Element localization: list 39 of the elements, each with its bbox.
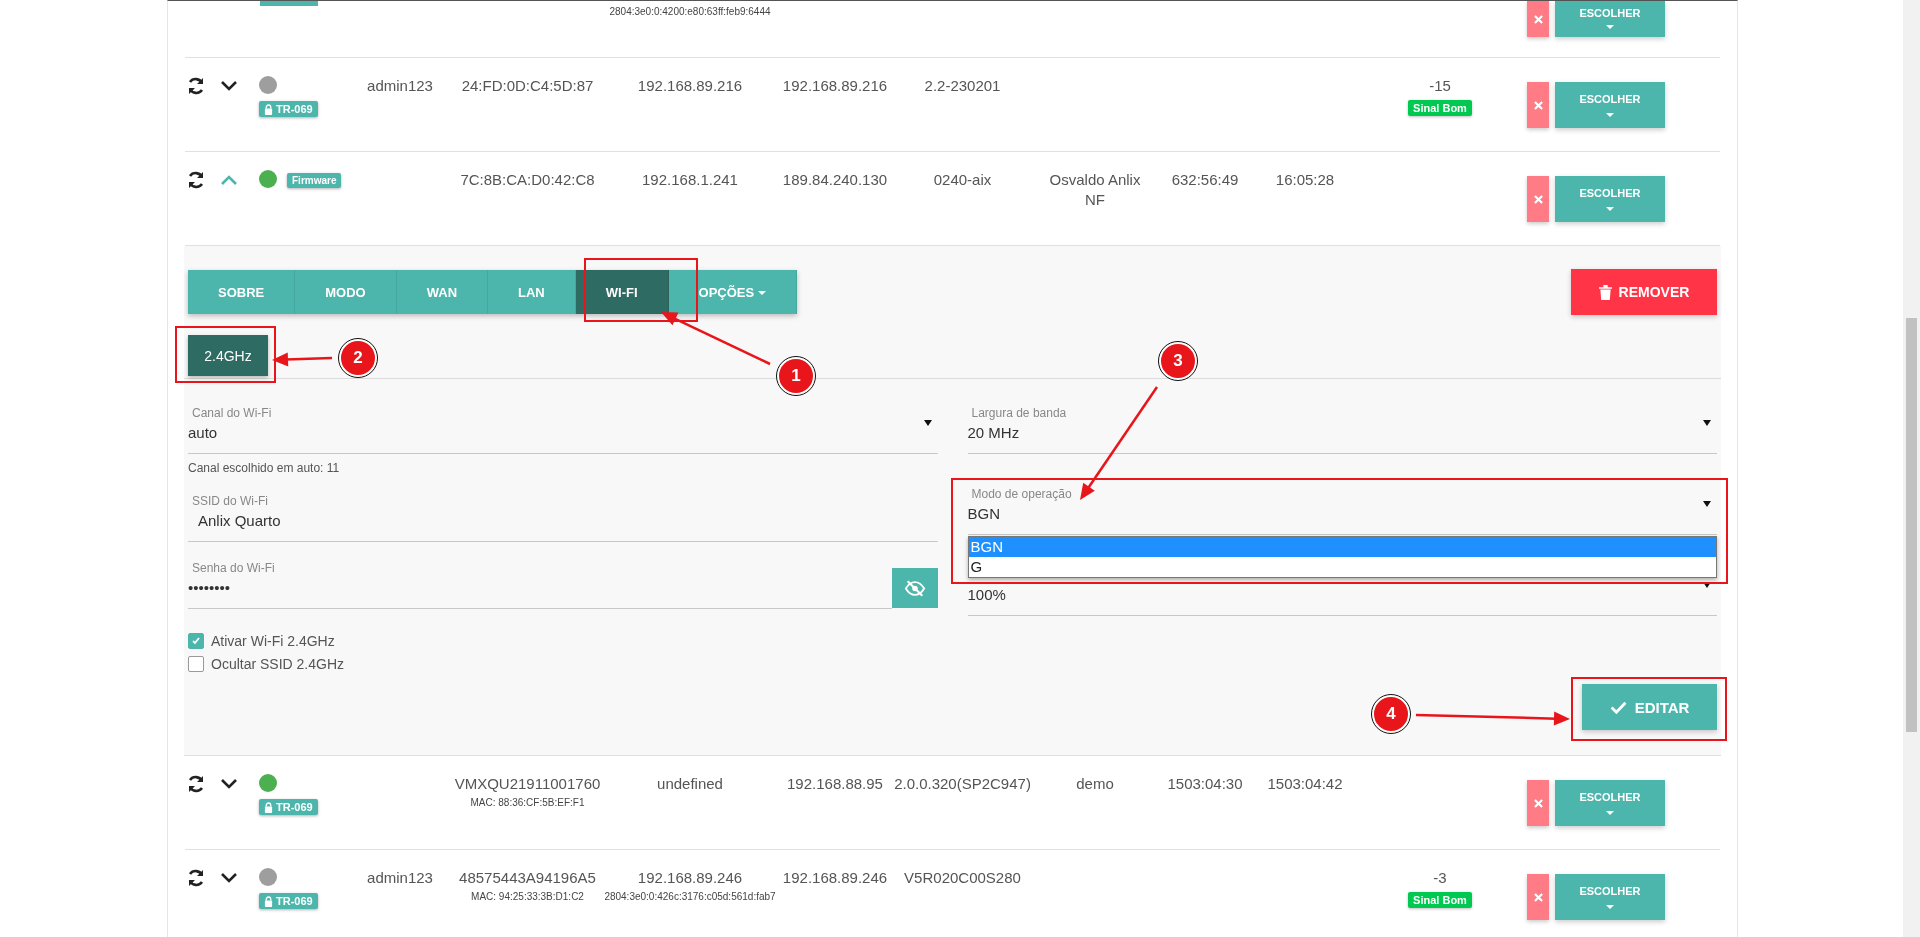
table-cell: 1503:04:42 <box>1267 774 1343 794</box>
table-cell: -3 <box>1433 868 1447 888</box>
table-cell: 2.2-230201 <box>924 76 1001 96</box>
table-cell: MAC: 88:36:CF:5B:EF:F1 <box>470 796 585 809</box>
table-cell: admin123 <box>367 76 433 96</box>
table-cell: VMXQU21911001760 <box>454 774 601 794</box>
checkbox-label: Ocultar SSID 2.4GHz <box>211 656 345 672</box>
table-cell: 16:05:28 <box>1275 170 1335 190</box>
helper-text: Canal escolhido em auto: 11 <box>188 461 341 475</box>
table-cell: -15 <box>1429 76 1451 96</box>
table-cell: 189.84.240.130 <box>782 170 888 190</box>
table-cell: 192.168.88.95 <box>787 774 883 794</box>
table-cell: 2.0.0.320(SP2C947) <box>894 774 1031 794</box>
checkbox-label: Ativar Wi-Fi 2.4GHz <box>211 633 335 649</box>
table-cell: 632:56:49 <box>1171 170 1239 190</box>
signal-badge: Sinal Bom <box>1408 100 1472 116</box>
table-cell: MAC: 94:25:33:3B:D1:C2 <box>471 890 584 903</box>
protocol-badge: Firmware <box>287 172 342 188</box>
table-cell: V5R020C00S280 <box>904 868 1021 888</box>
table-cell: 192.168.1.241 <box>642 170 738 190</box>
table-cell: 24:FD:0D:C4:5D:87 <box>461 76 594 96</box>
protocol-badge: TR-069 <box>259 893 318 909</box>
table-cell: undefined <box>657 774 723 794</box>
table-cell-text: demo <box>1075 774 1115 794</box>
protocol-badge: TR-069 <box>259 799 318 815</box>
table-cell: 1503:04:30 <box>1167 774 1243 794</box>
signal-badge: Sinal Bom <box>1408 892 1472 908</box>
table-cell: 192.168.89.246 <box>782 868 888 888</box>
table-cell: admin123 <box>367 868 433 888</box>
table-cell: 192.168.89.246 <box>637 868 743 888</box>
table-cell: 48575443A94196A5 <box>459 868 596 888</box>
table-cell: 192.168.89.216 <box>637 76 743 96</box>
table-cell: 2804:3e0:0:4200:e80:63ff:feb9:6444 <box>609 5 771 18</box>
table-cell: 2804:3e0:0:426c:3176:c05d:561d:fab7 <box>604 890 776 903</box>
table-cell-text: Osvaldo Anlix NF <box>1048 170 1142 210</box>
table-cell: 7C:8B:CA:D0:42:C8 <box>460 170 595 190</box>
table-cell: 0240-aix <box>933 170 992 190</box>
protocol-badge: TR-069 <box>259 101 318 117</box>
table-cell: 192.168.89.216 <box>782 76 888 96</box>
